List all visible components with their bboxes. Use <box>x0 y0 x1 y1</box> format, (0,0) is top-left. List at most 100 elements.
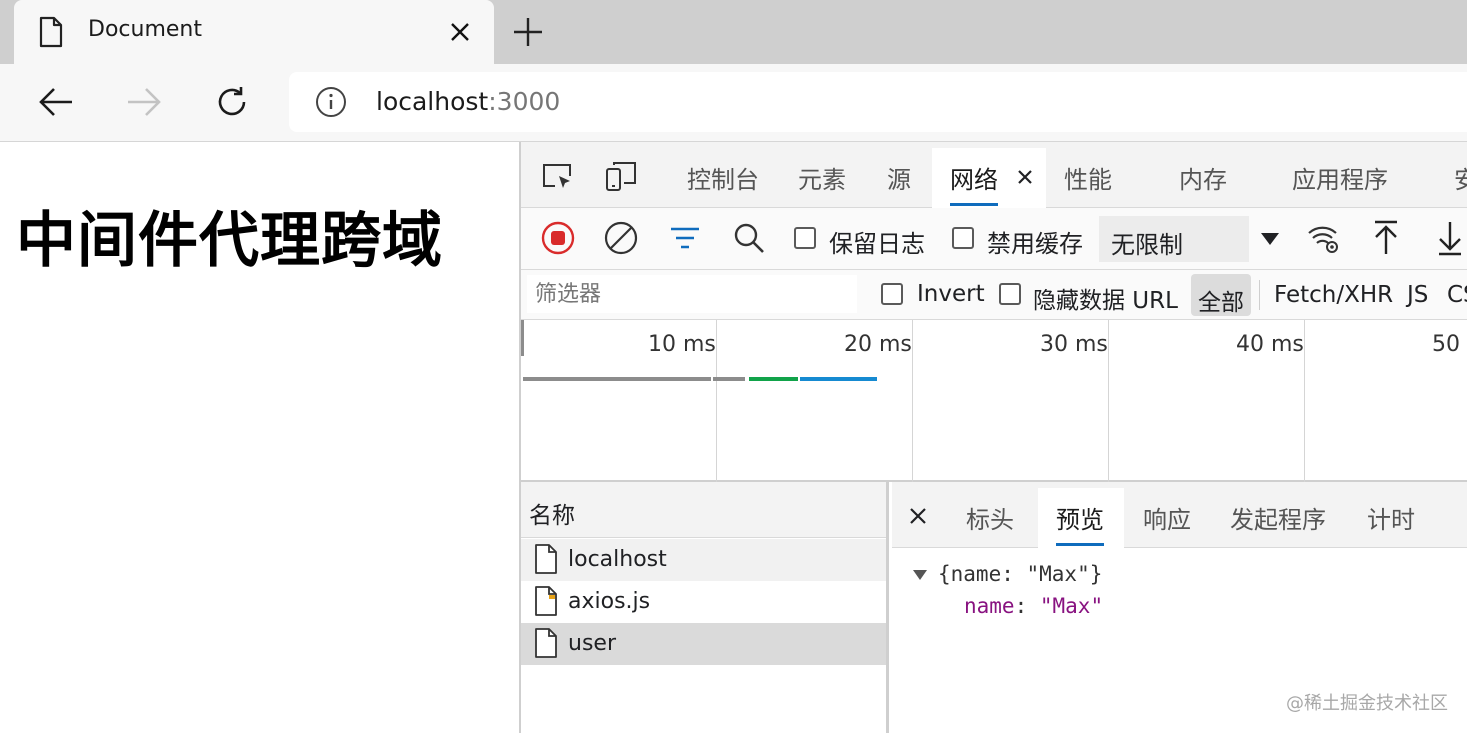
request-name: user <box>568 631 616 656</box>
browser-toolbar: localhost:3000 <box>0 64 1467 142</box>
document-icon <box>38 16 64 48</box>
request-name: localhost <box>568 547 667 572</box>
page-heading: 中间件代理跨域 <box>16 206 443 276</box>
close-icon[interactable] <box>1018 170 1032 184</box>
timeline-tick: 20 ms <box>844 332 912 357</box>
network-conditions-icon[interactable] <box>1306 222 1340 254</box>
plus-icon[interactable] <box>513 17 543 47</box>
hide-data-urls-checkbox[interactable] <box>999 283 1021 305</box>
clear-icon[interactable] <box>604 221 638 255</box>
request-row[interactable]: localhost <box>521 539 886 581</box>
device-toolbar-icon[interactable] <box>604 160 638 192</box>
tab-initiator[interactable]: 发起程序 <box>1230 500 1326 535</box>
detail-tab-bar: 标头 预览 响应 发起程序 计时 <box>892 482 1467 548</box>
tab-preview[interactable]: 预览 <box>1038 488 1124 548</box>
tab-application[interactable]: 应用程序 <box>1292 160 1388 195</box>
url-port: :3000 <box>488 87 561 116</box>
filter-type-all-label: 全部 <box>1198 290 1244 316</box>
tab-response[interactable]: 响应 <box>1143 500 1191 535</box>
import-har-icon[interactable] <box>1373 220 1399 256</box>
tab-network[interactable]: 网络 <box>932 148 1046 208</box>
request-bar <box>749 377 798 381</box>
search-icon[interactable] <box>733 222 765 254</box>
network-toolbar: 保留日志 禁用缓存 无限制 <box>521 208 1467 270</box>
grid-line <box>716 320 717 482</box>
export-har-icon[interactable] <box>1437 220 1463 256</box>
request-name: axios.js <box>568 589 651 614</box>
invert-checkbox[interactable] <box>881 283 903 305</box>
close-icon[interactable] <box>910 508 926 524</box>
active-tab-indicator <box>1056 543 1104 546</box>
preserve-log-label: 保留日志 <box>829 230 925 258</box>
filter-type-fetch-xhr[interactable]: Fetch/XHR <box>1274 282 1393 308</box>
address-bar[interactable]: localhost:3000 <box>289 72 1467 132</box>
filter-type-all[interactable]: 全部 <box>1191 274 1251 316</box>
timeline-tick: 10 ms <box>648 332 716 357</box>
triangle-down-icon[interactable] <box>912 569 928 581</box>
timeline-tick: 30 ms <box>1040 332 1108 357</box>
request-list-header[interactable]: 名称 <box>521 482 886 538</box>
script-file-icon <box>533 585 559 617</box>
filter-bar: Invert 隐藏数据 URL 全部 Fetch/XHR JS CS <box>521 270 1467 320</box>
json-key: name <box>964 594 1015 618</box>
column-name-header: 名称 <box>529 503 575 529</box>
document-icon <box>533 543 559 575</box>
preserve-log-checkbox[interactable] <box>794 227 816 249</box>
grid-line <box>1304 320 1305 482</box>
tab-headers[interactable]: 标头 <box>966 500 1014 535</box>
watermark: @稀土掘金技术社区 <box>1286 693 1448 714</box>
refresh-icon[interactable] <box>214 84 250 120</box>
request-bar <box>713 377 745 381</box>
tab-memory[interactable]: 内存 <box>1179 160 1227 195</box>
request-row[interactable]: axios.js <box>521 581 886 623</box>
tab-strip: Document <box>0 0 1467 64</box>
page-content: 中间件代理跨域 <box>0 142 519 733</box>
tab-preview-label: 预览 <box>1056 506 1104 534</box>
tab-elements[interactable]: 元素 <box>798 160 846 195</box>
hide-data-urls-label: 隐藏数据 URL <box>1033 288 1178 314</box>
request-bar <box>800 377 877 381</box>
inspect-element-icon[interactable] <box>541 162 575 192</box>
grid-line <box>1108 320 1109 482</box>
tab-network-label: 网络 <box>950 166 998 194</box>
devtools-tab-bar: 控制台 元素 源 网络 性能 内存 应用程序 安 <box>521 142 1467 208</box>
network-overview[interactable]: 10 ms 20 ms 30 ms 40 ms 50 r <box>521 320 1467 482</box>
arrow-left-icon[interactable] <box>38 86 74 118</box>
json-object-summary[interactable]: {name: "Max"} <box>938 562 1102 586</box>
divider <box>1259 280 1260 310</box>
request-bar <box>523 377 711 381</box>
disable-cache-label: 禁用缓存 <box>987 230 1083 258</box>
url-text[interactable]: localhost:3000 <box>376 87 560 116</box>
tab-timing[interactable]: 计时 <box>1367 500 1415 535</box>
disable-cache-checkbox[interactable] <box>952 227 974 249</box>
timeline-tick: 40 ms <box>1236 332 1304 357</box>
tab-sources[interactable]: 源 <box>887 160 911 195</box>
filter-type-css[interactable]: CS <box>1447 282 1467 308</box>
tab-security[interactable]: 安 <box>1454 160 1467 195</box>
record-icon[interactable] <box>541 221 575 255</box>
grid-line <box>912 320 913 482</box>
url-host: localhost <box>376 87 489 116</box>
active-tab-indicator <box>950 203 998 206</box>
chevron-down-icon[interactable] <box>1260 232 1280 246</box>
tab-performance[interactable]: 性能 <box>1064 160 1112 195</box>
document-icon <box>533 627 559 659</box>
request-list: 名称 localhost axios.js user <box>521 482 889 733</box>
json-value: "Max" <box>1039 594 1104 618</box>
tab-console[interactable]: 控制台 <box>687 160 759 195</box>
browser-tab[interactable]: Document <box>14 0 494 64</box>
invert-label: Invert <box>917 281 985 307</box>
overview-handle[interactable] <box>521 320 524 356</box>
throttling-value: 无限制 <box>1111 231 1183 259</box>
filter-icon[interactable] <box>669 226 701 250</box>
filter-input[interactable] <box>527 275 857 313</box>
close-icon[interactable] <box>450 22 470 42</box>
request-row-selected[interactable]: user <box>521 623 886 665</box>
json-property: name: "Max" <box>964 594 1104 618</box>
info-icon[interactable] <box>315 86 347 118</box>
arrow-right-icon[interactable] <box>126 86 162 118</box>
devtools-panel: 控制台 元素 源 网络 性能 内存 应用程序 安 保留日志 禁用缓存 <box>519 142 1467 733</box>
throttling-select[interactable]: 无限制 <box>1099 216 1249 262</box>
filter-type-js[interactable]: JS <box>1407 282 1428 308</box>
tab-title: Document <box>88 17 202 42</box>
